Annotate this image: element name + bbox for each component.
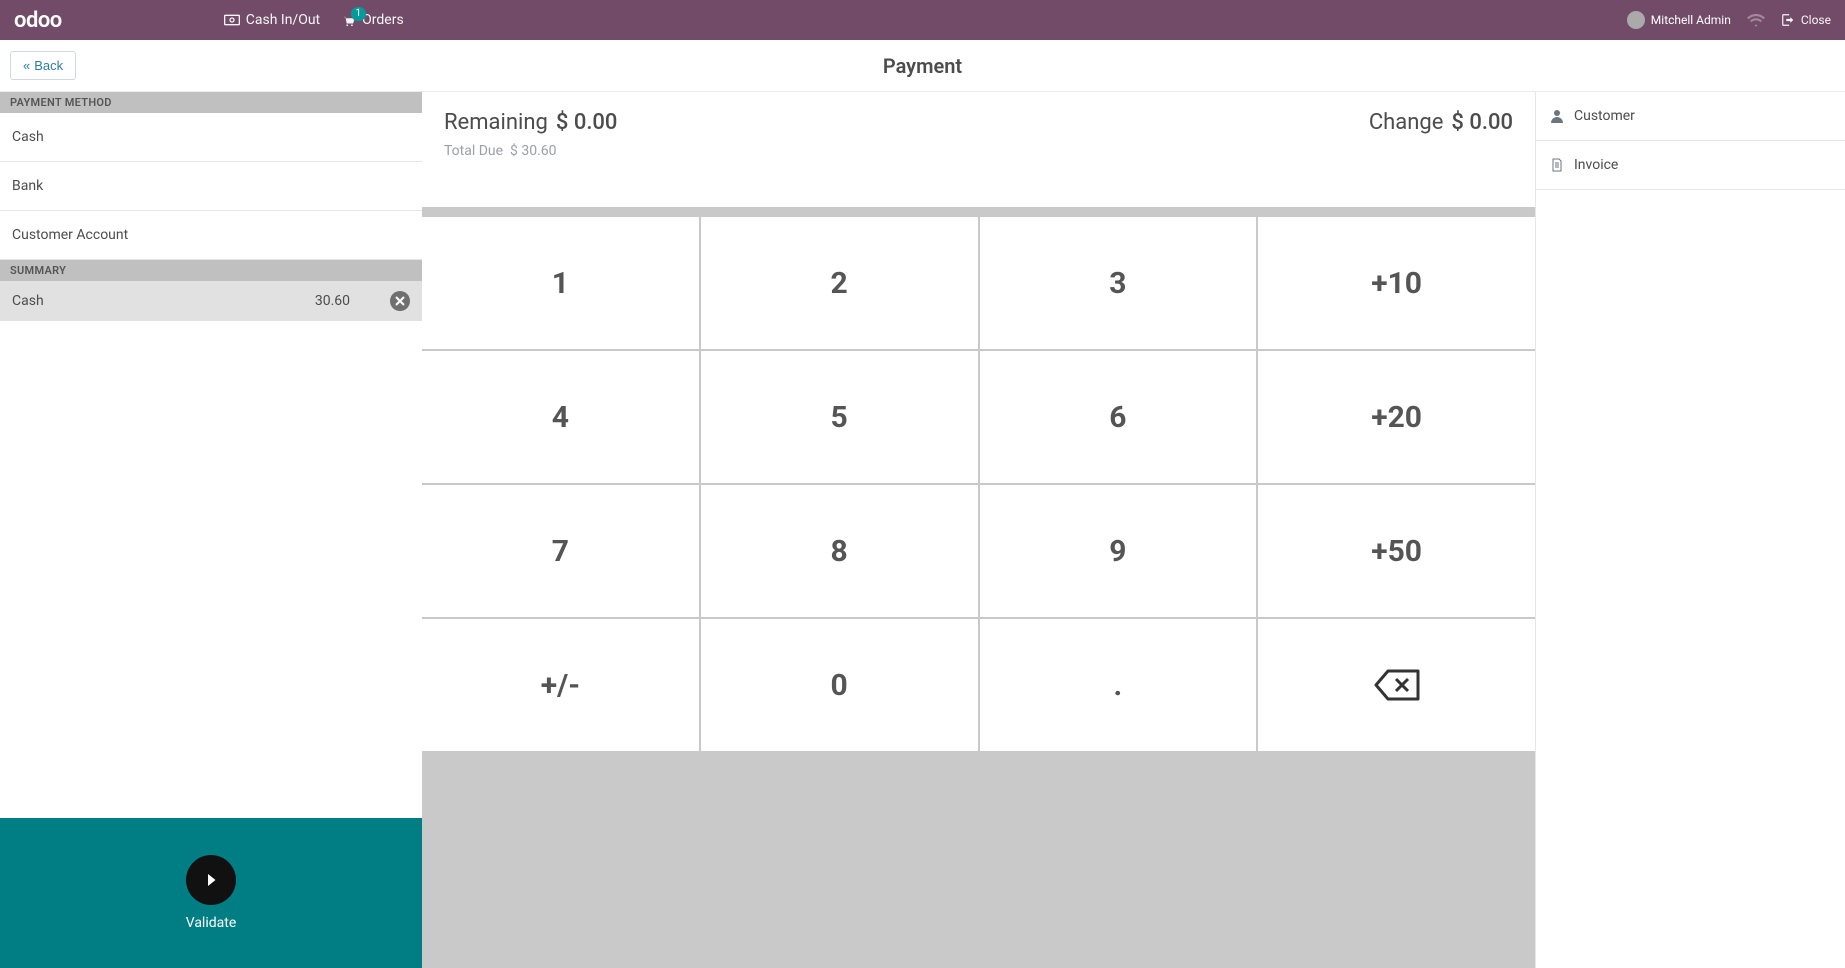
- key-plus-20[interactable]: +20: [1258, 351, 1535, 483]
- total-due-label: Total Due: [444, 143, 503, 159]
- center-panel: Remaining $ 0.00 Change $ 0.00 Total Due…: [422, 92, 1535, 968]
- invoice-button[interactable]: Invoice: [1536, 141, 1845, 190]
- wifi-icon: [1747, 13, 1765, 27]
- validate-icon-circle: [186, 855, 236, 905]
- status-row: Remaining $ 0.00 Change $ 0.00: [444, 110, 1513, 135]
- key-7[interactable]: 7: [422, 485, 699, 617]
- cash-icon: [224, 14, 240, 26]
- payment-method-cash[interactable]: Cash: [0, 113, 422, 162]
- back-label: Back: [34, 58, 63, 73]
- sign-out-icon: [1781, 13, 1795, 27]
- numpad: 1 2 3 +10 4 5 6 +20 7 8 9 +50 +/- 0 .: [422, 217, 1535, 751]
- customer-button[interactable]: Customer: [1536, 92, 1845, 141]
- change: Change $ 0.00: [1369, 110, 1513, 135]
- chevron-left-icon: «: [23, 58, 30, 73]
- remaining-value: $ 0.00: [556, 110, 618, 135]
- key-backspace[interactable]: [1258, 619, 1535, 751]
- left-panel: PAYMENT METHOD Cash Bank Customer Accoun…: [0, 92, 422, 968]
- right-panel: Customer Invoice: [1535, 92, 1845, 968]
- payment-method-header: PAYMENT METHOD: [0, 92, 422, 113]
- key-0[interactable]: 0: [701, 619, 978, 751]
- user-menu[interactable]: Mitchell Admin: [1627, 11, 1731, 29]
- total-due-value: $ 30.60: [510, 143, 557, 159]
- invoice-label: Invoice: [1574, 157, 1618, 173]
- orders-label: Orders: [362, 12, 404, 28]
- key-dot[interactable]: .: [980, 619, 1257, 751]
- content: PAYMENT METHOD Cash Bank Customer Accoun…: [0, 92, 1845, 968]
- page-title: Payment: [883, 54, 962, 78]
- orders-button[interactable]: 1 Orders: [342, 12, 404, 28]
- logo: odoo: [14, 8, 62, 33]
- pm-label: Customer Account: [12, 227, 128, 243]
- customer-label: Customer: [1574, 108, 1635, 124]
- key-2[interactable]: 2: [701, 217, 978, 349]
- key-1[interactable]: 1: [422, 217, 699, 349]
- close-label: Close: [1801, 13, 1831, 27]
- orders-icon: 1: [342, 13, 356, 27]
- topbar-right: Mitchell Admin Close: [1627, 11, 1831, 29]
- topbar-left: odoo Cash In/Out 1 Orders: [14, 8, 404, 33]
- username: Mitchell Admin: [1651, 13, 1731, 27]
- pm-label: Cash: [12, 129, 44, 145]
- remaining: Remaining $ 0.00: [444, 110, 617, 135]
- key-4[interactable]: 4: [422, 351, 699, 483]
- user-icon: [1550, 109, 1564, 123]
- header: « Back Payment: [0, 40, 1845, 92]
- total-due: Total Due $ 30.60: [444, 143, 1513, 159]
- cash-in-out-button[interactable]: Cash In/Out: [224, 12, 320, 28]
- back-button[interactable]: « Back: [10, 51, 76, 80]
- payment-method-bank[interactable]: Bank: [0, 162, 422, 211]
- document-icon: [1550, 158, 1564, 172]
- change-value: $ 0.00: [1451, 110, 1513, 135]
- logo-text: odoo: [14, 8, 62, 33]
- change-label: Change: [1369, 110, 1444, 135]
- backspace-icon: [1374, 669, 1420, 701]
- status-panel: Remaining $ 0.00 Change $ 0.00 Total Due…: [422, 92, 1535, 207]
- delete-line-button[interactable]: [390, 291, 410, 311]
- summary-header: SUMMARY: [0, 260, 422, 281]
- key-5[interactable]: 5: [701, 351, 978, 483]
- validate-button[interactable]: Validate: [0, 818, 422, 968]
- topbar: odoo Cash In/Out 1 Orders Mitchell Admin: [0, 0, 1845, 40]
- cash-in-out-label: Cash In/Out: [246, 12, 320, 28]
- close-button[interactable]: Close: [1781, 13, 1831, 27]
- avatar: [1627, 11, 1645, 29]
- key-sign[interactable]: +/-: [422, 619, 699, 751]
- pm-label: Bank: [12, 178, 43, 194]
- key-plus-50[interactable]: +50: [1258, 485, 1535, 617]
- orders-count-badge: 1: [351, 7, 367, 21]
- key-plus-10[interactable]: +10: [1258, 217, 1535, 349]
- remaining-label: Remaining: [444, 110, 548, 135]
- validate-label: Validate: [186, 915, 237, 931]
- payment-method-customer-account[interactable]: Customer Account: [0, 211, 422, 260]
- summary-line-name: Cash: [12, 293, 44, 309]
- key-9[interactable]: 9: [980, 485, 1257, 617]
- key-8[interactable]: 8: [701, 485, 978, 617]
- summary-line-amount: 30.60: [315, 293, 350, 309]
- chevron-right-icon: [202, 871, 220, 889]
- summary-line[interactable]: Cash 30.60: [0, 281, 422, 321]
- key-6[interactable]: 6: [980, 351, 1257, 483]
- key-3[interactable]: 3: [980, 217, 1257, 349]
